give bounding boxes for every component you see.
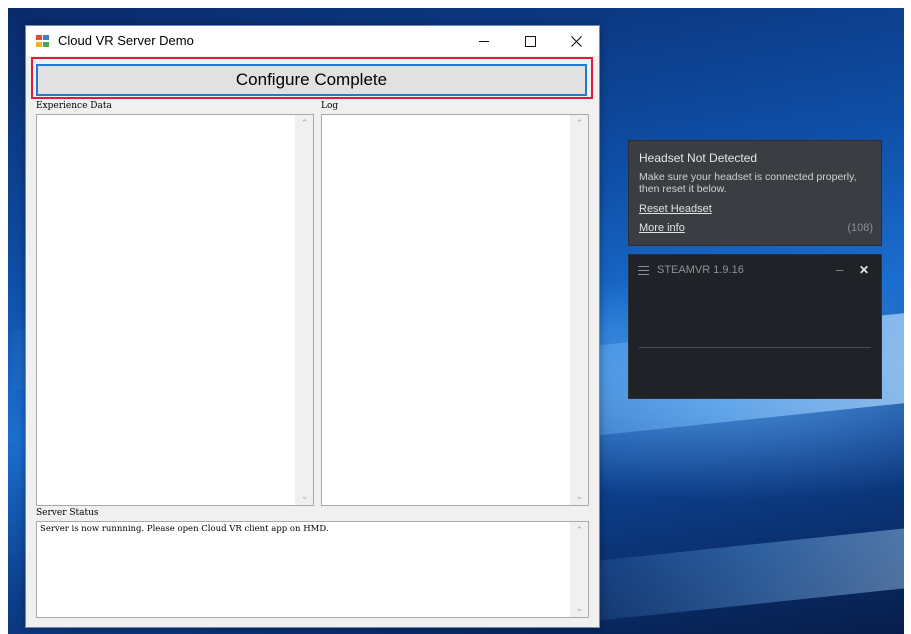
steamvr-divider bbox=[639, 347, 871, 348]
scroll-down-icon[interactable]: ⌄ bbox=[571, 600, 588, 617]
experience-scrollbar[interactable]: ⌃ ⌄ bbox=[295, 115, 313, 505]
minimize-button[interactable] bbox=[461, 26, 507, 56]
server-status-label: Server Status bbox=[36, 508, 99, 518]
log-textbox[interactable]: ⌃ ⌄ bbox=[321, 114, 589, 506]
steamvr-title: STEAMVR 1.9.16 bbox=[657, 264, 744, 276]
maximize-icon bbox=[524, 35, 536, 47]
close-icon bbox=[570, 35, 582, 47]
steamvr-close-button[interactable]: ✕ bbox=[859, 263, 869, 277]
more-info-link[interactable]: More info bbox=[639, 222, 685, 234]
steamvr-window: STEAMVR 1.9.16 _ ✕ bbox=[628, 254, 882, 399]
hamburger-menu-icon[interactable] bbox=[638, 266, 649, 278]
scroll-down-icon[interactable]: ⌄ bbox=[571, 488, 588, 505]
notification-count: (108) bbox=[847, 222, 873, 234]
experience-data-textbox[interactable]: ⌃ ⌄ bbox=[36, 114, 314, 506]
experience-data-label: Experience Data bbox=[36, 101, 112, 111]
server-status-text: Server is now runnning. Please open Clou… bbox=[40, 524, 329, 534]
scroll-down-icon[interactable]: ⌄ bbox=[296, 488, 313, 505]
window-title: Cloud VR Server Demo bbox=[58, 33, 194, 48]
headset-notification: Headset Not Detected Make sure your head… bbox=[628, 140, 882, 246]
maximize-button[interactable] bbox=[507, 26, 553, 56]
close-button[interactable] bbox=[553, 26, 599, 56]
steamvr-minimize-button[interactable]: _ bbox=[836, 257, 848, 273]
server-status-textbox[interactable]: Server is now runnning. Please open Clou… bbox=[36, 521, 589, 618]
scroll-up-icon[interactable]: ⌃ bbox=[571, 115, 588, 132]
minimize-icon bbox=[479, 40, 489, 42]
notification-title: Headset Not Detected bbox=[639, 151, 758, 165]
app-icon bbox=[36, 35, 49, 47]
scroll-up-icon[interactable]: ⌃ bbox=[296, 115, 313, 132]
scroll-up-icon[interactable]: ⌃ bbox=[571, 522, 588, 539]
status-scrollbar[interactable]: ⌃ ⌄ bbox=[570, 522, 588, 617]
log-scrollbar[interactable]: ⌃ ⌄ bbox=[570, 115, 588, 505]
title-bar[interactable]: Cloud VR Server Demo bbox=[26, 26, 599, 56]
log-label: Log bbox=[321, 101, 339, 111]
configure-complete-button[interactable]: Configure Complete bbox=[36, 64, 587, 96]
app-window: Cloud VR Server Demo Configure Complete … bbox=[25, 25, 600, 628]
reset-headset-link[interactable]: Reset Headset bbox=[639, 203, 712, 215]
notification-body: Make sure your headset is connected prop… bbox=[639, 171, 857, 195]
